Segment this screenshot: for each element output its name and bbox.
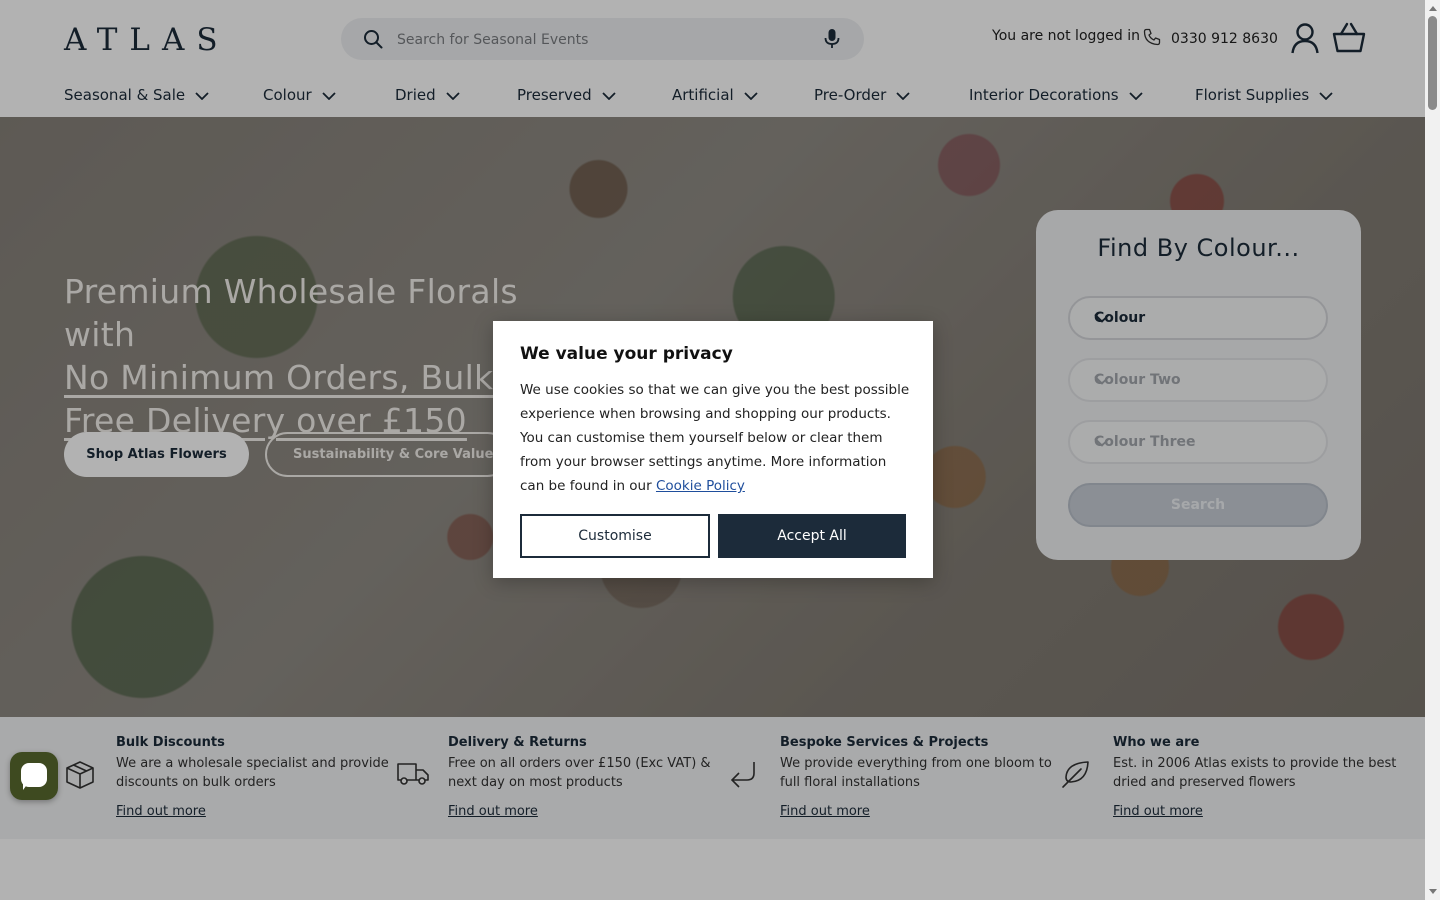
cookie-policy-link[interactable]: Cookie Policy — [656, 478, 745, 494]
cookie-dialog-body: We use cookies so that we can give you t… — [520, 382, 910, 494]
customise-button[interactable]: Customise — [520, 514, 710, 558]
scroll-up-arrow-icon[interactable] — [1429, 6, 1437, 11]
accept-all-button[interactable]: Accept All — [718, 514, 906, 558]
page-scrollbar[interactable] — [1425, 0, 1440, 900]
cookie-dialog-title: We value your privacy — [520, 344, 733, 364]
scrollbar-thumb[interactable] — [1428, 16, 1437, 110]
scroll-down-arrow-icon[interactable] — [1429, 889, 1437, 894]
cookie-consent-dialog: We value your privacy We use cookies so … — [493, 321, 933, 578]
chat-button[interactable] — [10, 752, 58, 800]
